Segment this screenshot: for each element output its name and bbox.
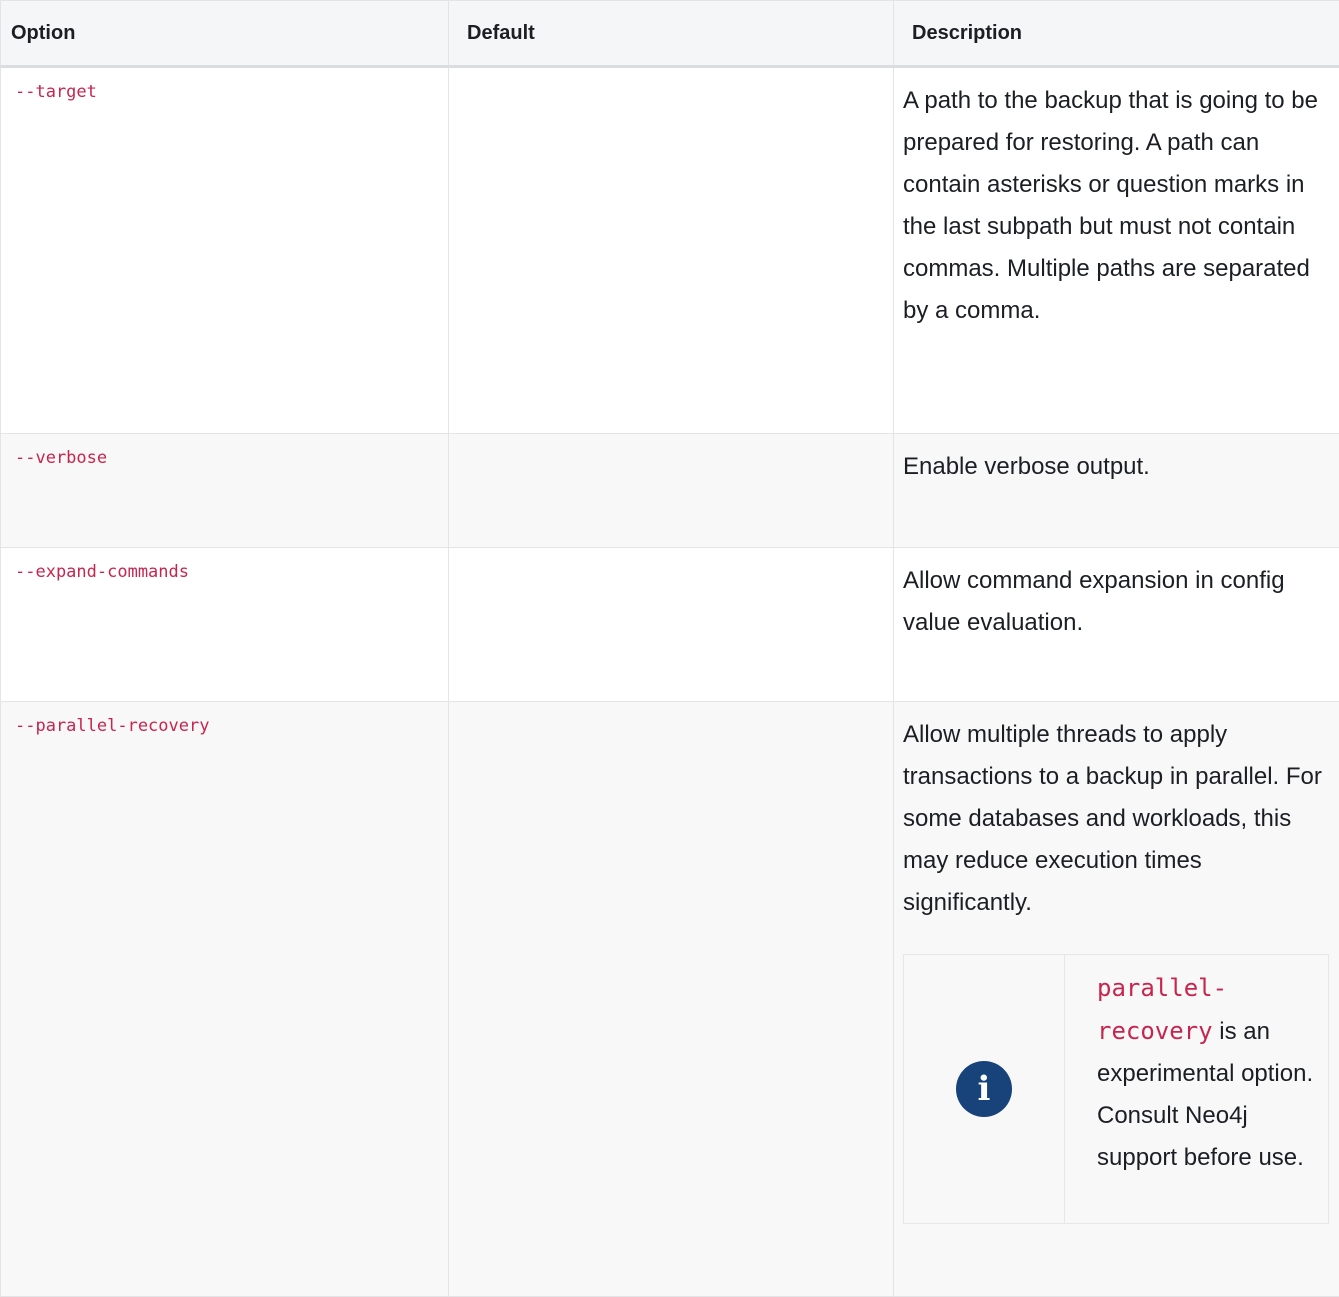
option-name: --expand-commands	[15, 562, 189, 582]
description-cell: A path to the backup that is going to be…	[894, 67, 1339, 434]
option-name: --parallel-recovery	[15, 716, 209, 736]
option-cell: --parallel-recovery	[1, 702, 449, 1297]
admonition-icon-cell: i	[904, 955, 1065, 1223]
description-text: Allow command expansion in config value …	[903, 560, 1329, 644]
header-description: Description	[894, 1, 1339, 67]
description-text: A path to the backup that is going to be…	[903, 80, 1329, 332]
option-name: --verbose	[15, 448, 107, 468]
description-text: Allow multiple threads to apply transact…	[903, 714, 1329, 924]
admonition-text: parallel-recovery is an experimental opt…	[1065, 955, 1328, 1223]
option-cell: --target	[1, 67, 449, 434]
description-cell: Enable verbose output.	[894, 434, 1339, 548]
options-table: Option Default Description --target A pa…	[0, 0, 1339, 1297]
table-row: --verbose Enable verbose output.	[1, 434, 1339, 548]
header-default: Default	[449, 1, 894, 67]
default-cell	[449, 702, 894, 1297]
description-text: Enable verbose output.	[903, 446, 1329, 488]
default-cell	[449, 548, 894, 702]
option-cell: --verbose	[1, 434, 449, 548]
description-cell: Allow multiple threads to apply transact…	[894, 702, 1339, 1297]
header-option: Option	[1, 1, 449, 67]
description-cell: Allow command expansion in config value …	[894, 548, 1339, 702]
table-row: --target A path to the backup that is go…	[1, 67, 1339, 434]
admonition-code: parallel-recovery	[1097, 974, 1227, 1045]
table-header-row: Option Default Description	[1, 1, 1339, 67]
table-row: --parallel-recovery Allow multiple threa…	[1, 702, 1339, 1297]
option-cell: --expand-commands	[1, 548, 449, 702]
default-cell	[449, 67, 894, 434]
info-icon: i	[956, 1061, 1012, 1117]
option-name: --target	[15, 82, 97, 102]
table-row: --expand-commands Allow command expansio…	[1, 548, 1339, 702]
default-cell	[449, 434, 894, 548]
info-admonition: i parallel-recovery is an experimental o…	[903, 954, 1329, 1224]
